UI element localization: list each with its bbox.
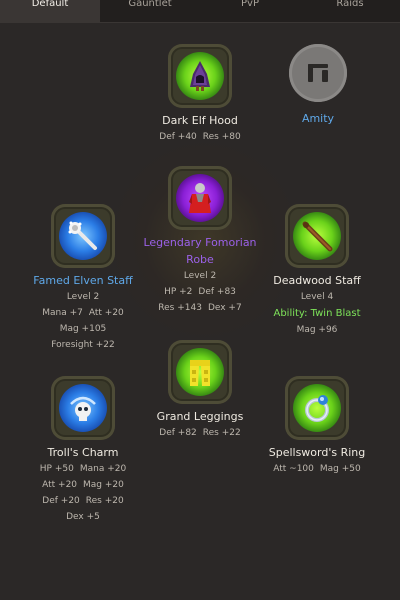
item-name: Deadwood Staff — [273, 274, 361, 287]
equipment-slot-robe[interactable]: Legendary Fomorian Robe Level 2 HP +2 Def… — [130, 166, 270, 316]
item-level: Level 2 — [183, 271, 217, 281]
item-frame[interactable] — [285, 376, 349, 440]
item-name: Amity — [301, 112, 335, 125]
equipment-slot-hood[interactable]: Dark Elf Hood Def +40 Res +80 — [140, 44, 260, 145]
item-level: Level 4 — [300, 292, 334, 302]
staff-icon — [59, 212, 107, 260]
item-stats: Def +82 Res +22 — [159, 428, 241, 438]
equipment-slot-ring[interactable]: Spellsword's Ring Att ~100 Mag +50 — [262, 376, 372, 477]
item-stats: Mana +7 Att +20 Mag +105 Foresight +22 — [42, 308, 124, 350]
tab-bar: Default Gauntlet PvP Raids — [0, 0, 400, 23]
item-name: Famed Elven Staff — [33, 274, 133, 287]
equipment-slot-weapon-right[interactable]: Deadwood Staff Level 4 Ability: Twin Bla… — [262, 204, 372, 338]
tab-gauntlet[interactable]: Gauntlet — [100, 0, 200, 22]
equipment-slot-charm[interactable]: Troll's Charm HP +50 Mana +20 Att +20 Mag … — [28, 376, 138, 525]
equipment-slot-leggings[interactable]: Grand Leggings Def +82 Res +22 — [140, 340, 260, 441]
tab-raids[interactable]: Raids — [300, 0, 400, 22]
amity-icon[interactable] — [289, 44, 347, 102]
skull-charm-icon — [59, 384, 107, 432]
equipment-slot-amity[interactable]: Amity — [268, 44, 368, 127]
item-name: Grand Leggings — [156, 410, 244, 423]
tab-pvp[interactable]: PvP — [200, 0, 300, 22]
item-stats: Mag +96 — [296, 325, 338, 335]
equipment-slot-weapon-left[interactable]: Famed Elven Staff Level 2 Mana +7 Att +20… — [33, 204, 133, 353]
item-frame[interactable] — [168, 166, 232, 230]
item-frame[interactable] — [51, 376, 115, 440]
hood-icon — [176, 52, 224, 100]
wooden-staff-icon — [293, 212, 341, 260]
item-frame[interactable] — [168, 44, 232, 108]
item-stats: HP +2 Def +83 Res +143 Dex +7 — [158, 287, 242, 313]
item-name-line2: Robe — [186, 253, 214, 266]
item-stats: Att ~100 Mag +50 — [273, 464, 361, 474]
item-name: Spellsword's Ring — [268, 446, 366, 459]
item-frame[interactable] — [168, 340, 232, 404]
item-name: Dark Elf Hood — [162, 114, 238, 127]
item-name: Troll's Charm — [47, 446, 119, 459]
tab-default[interactable]: Default — [0, 0, 100, 22]
item-name-line1: Legendary Fomorian — [143, 236, 257, 249]
item-stats: HP +50 Mana +20 Att +20 Mag +20 Def +20 Res… — [39, 464, 127, 522]
item-frame[interactable] — [285, 204, 349, 268]
robe-icon — [176, 174, 224, 222]
ring-icon — [293, 384, 341, 432]
leggings-icon — [176, 348, 224, 396]
item-ability: Ability: Twin Blast — [273, 308, 361, 319]
item-stats: Def +40 Res +80 — [159, 132, 241, 142]
item-level: Level 2 — [66, 292, 100, 302]
item-frame[interactable] — [51, 204, 115, 268]
